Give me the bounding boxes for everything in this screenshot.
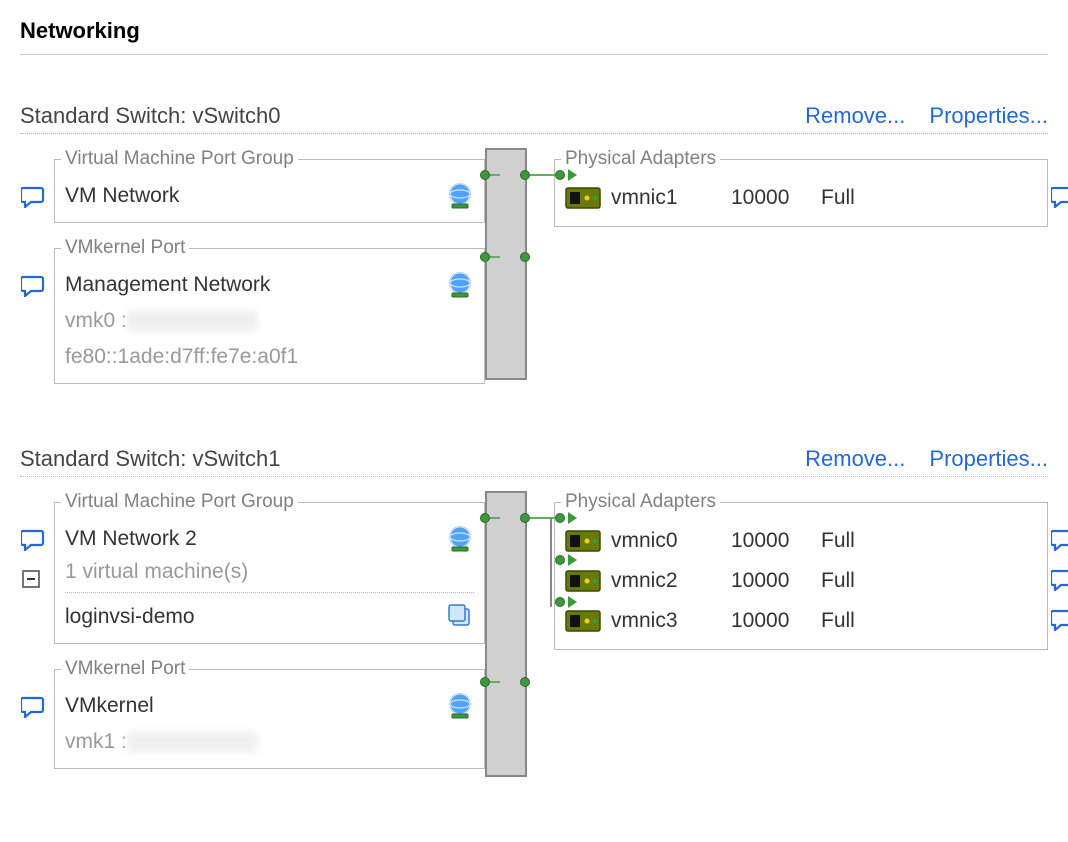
remove-link[interactable]: Remove... xyxy=(805,446,905,472)
switch-header: Standard Switch: vSwitch1 Remove... Prop… xyxy=(20,446,1048,477)
port-network-icon xyxy=(446,271,474,299)
nic-card-icon xyxy=(565,529,601,553)
info-bubble-icon[interactable] xyxy=(21,275,45,297)
switch-vswitch0: Standard Switch: vSwitch0 Remove... Prop… xyxy=(20,103,1048,398)
redacted-ip xyxy=(127,311,257,331)
vm-icon xyxy=(448,604,474,630)
nic-duplex: Full xyxy=(821,569,881,593)
physical-adapters-group: Physical Adapters vmnic0 10000 Full vmni… xyxy=(554,491,1048,650)
vm-count-line: 1 virtual machine(s) xyxy=(65,560,248,584)
physical-adapter-vmnic3[interactable]: vmnic3 10000 Full xyxy=(565,601,1037,641)
vmkernel-name: VMkernel xyxy=(65,694,154,718)
vm-portgroup-vm-network[interactable]: Virtual Machine Port Group VM Network xyxy=(54,148,485,223)
nic-duplex: Full xyxy=(821,609,881,633)
vm-portgroup-vm-network-2[interactable]: Virtual Machine Port Group VM Network 2 … xyxy=(54,491,485,644)
physical-adapters-group: Physical Adapters vmnic1 10000 Full xyxy=(554,148,1048,227)
info-bubble-icon[interactable] xyxy=(1051,529,1068,551)
nic-speed: 10000 xyxy=(731,569,821,593)
nic-duplex: Full xyxy=(821,186,881,210)
vmkernel-port-vmkernel[interactable]: VMkernel Port VMkernel vmk1 : xyxy=(54,658,485,769)
portgroup-name: VM Network xyxy=(65,184,179,208)
vm-portgroup-legend: Virtual Machine Port Group xyxy=(61,148,298,170)
nic-name: vmnic0 xyxy=(611,529,731,553)
vmkernel-port-management-network[interactable]: VMkernel Port Management Network vmk0 : … xyxy=(54,237,485,384)
vmk-ipv6: fe80::1ade:d7ff:fe7e:a0f1 xyxy=(65,345,298,369)
info-bubble-icon[interactable] xyxy=(1051,609,1068,631)
page-title: Networking xyxy=(20,18,1048,55)
info-bubble-icon[interactable] xyxy=(21,696,45,718)
vmkernel-name: Management Network xyxy=(65,273,270,297)
nic-duplex: Full xyxy=(821,529,881,553)
switch-prefix: Standard Switch: xyxy=(20,446,192,471)
port-network-icon xyxy=(446,692,474,720)
properties-link[interactable]: Properties... xyxy=(929,103,1048,129)
vmk-address-line: vmk1 : xyxy=(65,730,127,754)
vm-name[interactable]: loginvsi-demo xyxy=(65,605,195,629)
physical-adapter-vmnic0[interactable]: vmnic0 10000 Full xyxy=(565,521,1037,561)
properties-link[interactable]: Properties... xyxy=(929,446,1048,472)
nic-name: vmnic1 xyxy=(611,186,731,210)
vswitch-bus xyxy=(485,148,527,380)
switch-body: Virtual Machine Port Group VM Network 2 … xyxy=(20,477,1048,783)
info-bubble-icon[interactable] xyxy=(21,529,45,551)
collapse-icon[interactable] xyxy=(21,569,45,591)
nic-name: vmnic2 xyxy=(611,569,731,593)
nic-speed: 10000 xyxy=(731,186,821,210)
vmk-address-line: vmk0 : xyxy=(65,309,127,333)
redacted-ip xyxy=(127,732,257,752)
physical-adapter-vmnic2[interactable]: vmnic2 10000 Full xyxy=(565,561,1037,601)
switch-label: Standard Switch: vSwitch1 xyxy=(20,446,280,472)
vswitch-bus xyxy=(485,491,527,777)
physical-adapters-legend: Physical Adapters xyxy=(561,148,720,170)
switch-prefix: Standard Switch: xyxy=(20,103,192,128)
switch-vswitch1: Standard Switch: vSwitch1 Remove... Prop… xyxy=(20,446,1048,783)
nic-card-icon xyxy=(565,186,601,210)
physical-adapters-legend: Physical Adapters xyxy=(561,491,720,513)
physical-adapter-vmnic1[interactable]: vmnic1 10000 Full xyxy=(565,178,1037,218)
vm-portgroup-legend: Virtual Machine Port Group xyxy=(61,491,298,513)
nic-name: vmnic3 xyxy=(611,609,731,633)
switch-header: Standard Switch: vSwitch0 Remove... Prop… xyxy=(20,103,1048,134)
vmkernel-legend: VMkernel Port xyxy=(61,658,189,680)
portgroup-name: VM Network 2 xyxy=(65,527,197,551)
switch-name: vSwitch1 xyxy=(192,446,280,471)
port-network-icon xyxy=(446,182,474,210)
remove-link[interactable]: Remove... xyxy=(805,103,905,129)
vmkernel-legend: VMkernel Port xyxy=(61,237,189,259)
port-network-icon xyxy=(446,525,474,553)
info-bubble-icon[interactable] xyxy=(1051,569,1068,591)
switch-body: Virtual Machine Port Group VM Network VM… xyxy=(20,134,1048,398)
switch-label: Standard Switch: vSwitch0 xyxy=(20,103,280,129)
switch-name: vSwitch0 xyxy=(192,103,280,128)
info-bubble-icon[interactable] xyxy=(1051,186,1068,208)
nic-speed: 10000 xyxy=(731,529,821,553)
info-bubble-icon[interactable] xyxy=(21,186,45,208)
nic-speed: 10000 xyxy=(731,609,821,633)
nic-card-icon xyxy=(565,569,601,593)
nic-card-icon xyxy=(565,609,601,633)
